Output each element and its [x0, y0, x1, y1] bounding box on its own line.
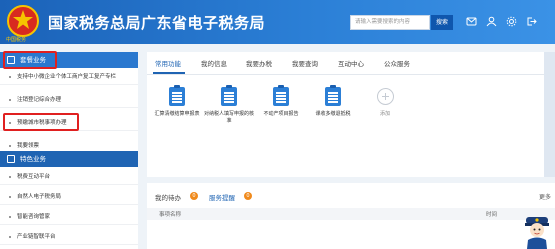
site-title: 国家税务总局广东省电子税务局 [48, 14, 266, 32]
quick-item-label: 课收多缴退抵税 [315, 111, 351, 117]
document-icon [169, 85, 185, 106]
header-bar: 中国税务 国家税务总局广东省电子税务局 请输入需要搜索的内容 搜索 [0, 0, 555, 44]
sidebar-item-industry-chain[interactable]: 产业链智联平台 [0, 229, 138, 245]
todo-panel: 我的待办 0 服务提醒 0 更多 事项名称 时间 [147, 183, 555, 249]
sidebar-item-personal-etax[interactable]: 自然人电子税务局 [0, 189, 138, 205]
right-float-strip [544, 52, 555, 177]
search-input[interactable]: 请输入需要搜索的内容 [350, 15, 430, 30]
sidebar-item-smb-support[interactable]: 支持中小微企业个体工商户复工复产专栏 [0, 69, 138, 85]
reminder-count-badge: 0 [244, 192, 252, 200]
tab-common-functions[interactable]: 常用功能 [155, 58, 181, 68]
quick-item-label: 汇算清缴结算申报表 [154, 111, 200, 117]
more-link[interactable]: 更多 [539, 192, 551, 201]
tax-emblem-icon [7, 5, 39, 37]
document-icon [221, 85, 237, 106]
highlight-box-section [3, 51, 57, 69]
search-button[interactable]: 搜索 [431, 15, 453, 30]
tab-divider [147, 74, 555, 75]
quick-item-label: 添加 [379, 111, 390, 117]
main-panel: 常用功能 我的信息 我要办税 我要查询 互动中心 公众服务 汇算清缴结算申报表 … [147, 52, 555, 177]
sidebar: 套餐业务 支持中小微企业个体工商户复工复产专栏 注销登记综合办理 预缴城市税事项… [0, 52, 138, 249]
user-icon[interactable] [486, 16, 497, 27]
tab-my-todo[interactable]: 我的待办 [155, 192, 181, 202]
todo-count-badge: 0 [190, 192, 198, 200]
logout-icon[interactable] [526, 16, 537, 27]
sidebar-item-deregistration[interactable]: 注销登记综合办理 [0, 92, 138, 108]
quick-item-label: 不动产项目报告 [263, 111, 299, 117]
feature-icon [7, 155, 15, 163]
tab-interaction-center[interactable]: 互动中心 [338, 58, 364, 68]
tab-my-info[interactable]: 我的信息 [201, 58, 227, 68]
document-icon [273, 85, 289, 106]
tab-file-tax[interactable]: 我要办税 [246, 58, 272, 68]
add-icon [377, 88, 394, 105]
settings-icon[interactable] [506, 16, 517, 27]
logo-text: 中国税务 [6, 37, 27, 43]
sidebar-item-smart-consult[interactable]: 智能咨询管家 [0, 209, 138, 225]
section-feature-business[interactable]: 特色业务 [0, 151, 138, 167]
highlight-box-item [3, 113, 79, 131]
document-icon [325, 85, 341, 106]
section-label: 特色业务 [20, 155, 46, 163]
quick-item-label: 对纳税人填写申报的核准 [204, 111, 255, 124]
tab-public-service[interactable]: 公众服务 [384, 58, 410, 68]
table-header: 事项名称 时间 [147, 208, 555, 220]
column-time: 时间 [486, 212, 498, 218]
sidebar-item-tax-interaction[interactable]: 税费互动平台 [0, 169, 138, 185]
tab-service-reminder[interactable]: 服务提醒 [209, 192, 235, 202]
column-item-name: 事项名称 [159, 212, 182, 218]
tab-query[interactable]: 我要查询 [292, 58, 318, 68]
message-icon[interactable] [466, 16, 477, 27]
assistant-mascot-icon[interactable] [522, 214, 552, 249]
